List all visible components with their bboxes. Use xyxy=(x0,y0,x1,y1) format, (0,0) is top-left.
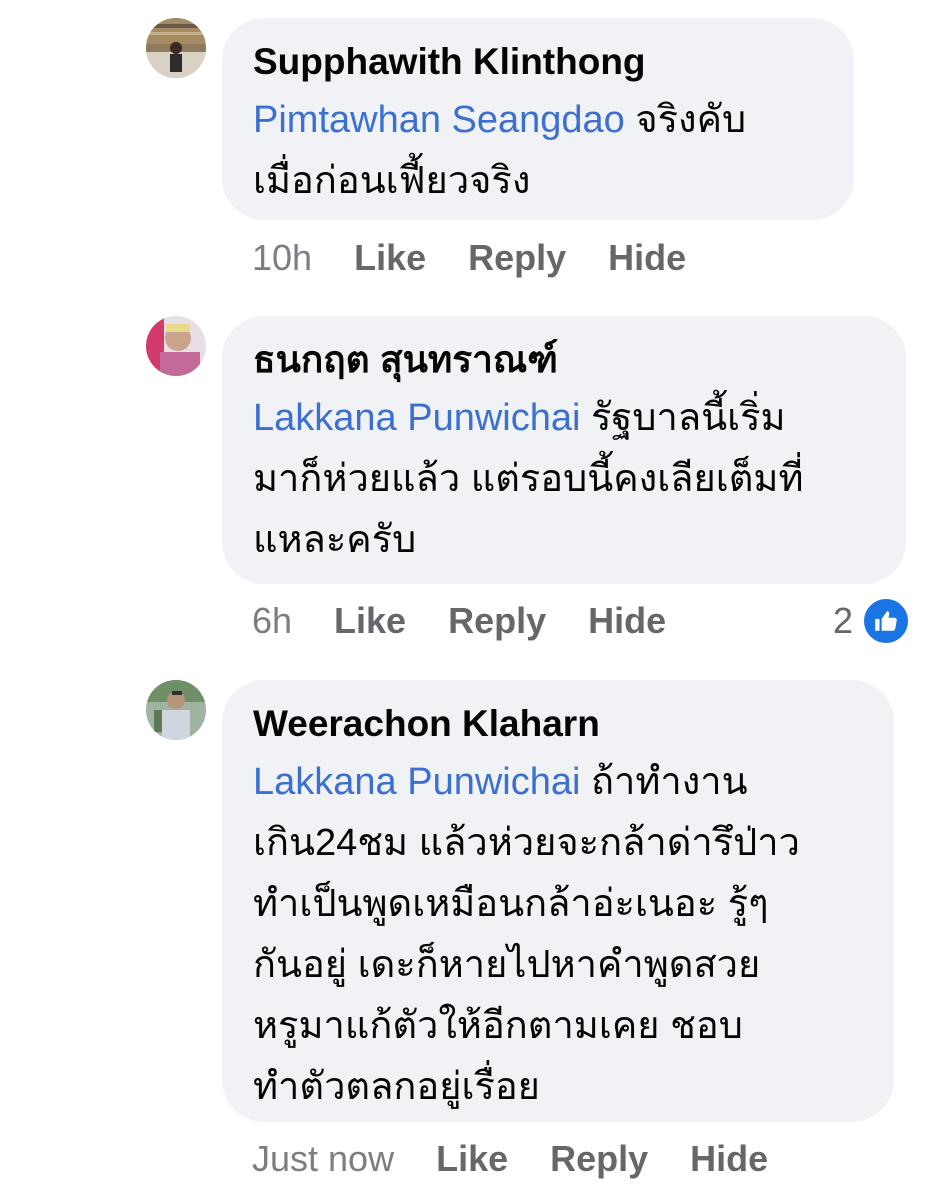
comment-text: Lakkana Punwichai รัฐบาลนี้เริ่ม มาก็ห่ว… xyxy=(253,388,874,571)
comment-text-line: รัฐบาลนี้เริ่ม xyxy=(580,397,786,439)
comment-text-line: ทำตัวตลกอยู่เรื่อย xyxy=(253,1066,540,1108)
comment-text-line: เมื่อก่อนเฟี้ยวจริง xyxy=(253,160,531,202)
comment-bubble: ธนกฤต สุนทราณฑ์ Lakkana Punwichai รัฐบาล… xyxy=(222,316,906,584)
like-button[interactable]: Like xyxy=(354,237,426,279)
thumbs-up-icon xyxy=(861,596,911,646)
hide-button[interactable]: Hide xyxy=(690,1138,768,1180)
like-button[interactable]: Like xyxy=(334,600,406,642)
comment-text: Lakkana Punwichai ถ้าทำงาน เกิน24ชม แล้ว… xyxy=(253,752,862,1118)
mention-link[interactable]: Lakkana Punwichai xyxy=(253,761,580,803)
reply-button[interactable]: Reply xyxy=(448,600,546,642)
avatar[interactable] xyxy=(146,18,206,78)
comment-actions: 6h Like Reply Hide xyxy=(252,596,666,646)
comment-text-line: หรูมาแก้ตัวให้อีกตามเคย ชอบ xyxy=(253,1005,743,1047)
timestamp[interactable]: 6h xyxy=(252,600,292,642)
reply-button[interactable]: Reply xyxy=(550,1138,648,1180)
profile-photo-icon xyxy=(146,18,206,78)
comment-bubble: Supphawith Klinthong Pimtawhan Seangdao … xyxy=(222,18,854,220)
avatar[interactable] xyxy=(146,680,206,740)
hide-button[interactable]: Hide xyxy=(588,600,666,642)
comment-text-line: กันอยู่ เดะก็หายไปหาคำพูดสวย xyxy=(253,944,761,986)
comment-actions: 10h Like Reply Hide xyxy=(252,233,686,283)
mention-link[interactable]: Pimtawhan Seangdao xyxy=(253,99,625,141)
hide-button[interactable]: Hide xyxy=(608,237,686,279)
comment-actions: Just now Like Reply Hide xyxy=(252,1134,768,1184)
comment-text-line: แหละครับ xyxy=(253,519,417,561)
comment-text-line: ถ้าทำงาน xyxy=(580,761,748,803)
comment-text: Pimtawhan Seangdao จริงคับ เมื่อก่อนเฟี้… xyxy=(253,90,822,212)
comment-text-line: เกิน24ชม แล้วห่วยจะกล้าด่ารึป่าว xyxy=(253,822,800,864)
comment-text-line: ทำเป็นพูดเหมือนกล้าอ่ะเนอะ รู้ๆ xyxy=(253,883,769,925)
reaction-summary[interactable]: 2 xyxy=(833,596,911,646)
timestamp[interactable]: Just now xyxy=(252,1138,394,1180)
avatar[interactable] xyxy=(146,316,206,376)
like-button[interactable]: Like xyxy=(436,1138,508,1180)
timestamp[interactable]: 10h xyxy=(252,237,312,279)
comment-text-line: มาก็ห่วยแล้ว แต่รอบนี้คงเลียเต็มที่ xyxy=(253,458,804,500)
comment-bubble: Weerachon Klaharn Lakkana Punwichai ถ้าท… xyxy=(222,680,894,1122)
profile-photo-icon xyxy=(146,680,206,740)
comment-author[interactable]: Weerachon Klaharn xyxy=(253,702,862,746)
mention-link[interactable]: Lakkana Punwichai xyxy=(253,397,580,439)
comment-author[interactable]: ธนกฤต สุนทราณฑ์ xyxy=(253,338,874,382)
reaction-count: 2 xyxy=(832,600,853,641)
comment-text-line: จริงคับ xyxy=(624,99,747,141)
comment-author[interactable]: Supphawith Klinthong xyxy=(253,40,822,84)
profile-photo-icon xyxy=(146,316,206,376)
reply-button[interactable]: Reply xyxy=(468,237,566,279)
